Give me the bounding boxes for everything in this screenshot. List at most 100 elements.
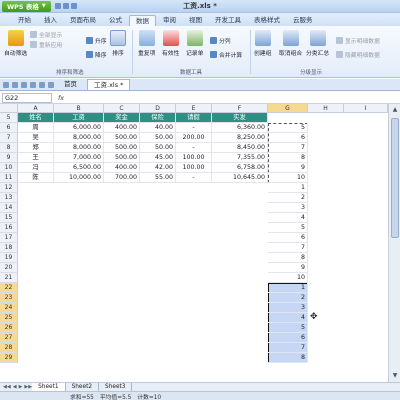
table-cell-name[interactable]: 王 (18, 153, 54, 163)
column-g-cell[interactable]: 8 (268, 353, 308, 363)
scroll-down-icon[interactable]: ▼ (391, 372, 399, 380)
column-g-cell[interactable]: 6 (268, 133, 308, 143)
row-header[interactable]: 24 (0, 303, 18, 313)
table-header-cell[interactable]: 工资 (54, 113, 104, 123)
tab-developer[interactable]: 开发工具 (209, 15, 247, 26)
hide-detail-button[interactable]: 隐藏明细数据 (336, 50, 380, 59)
table-cell-net[interactable]: 6,360.00 (212, 123, 268, 133)
save-icon[interactable] (21, 81, 27, 88)
tab-home-page[interactable]: 首页 (58, 79, 83, 90)
highlight-duplicates-button[interactable]: 重复项 (138, 30, 155, 57)
column-g-cell[interactable]: 2 (268, 193, 308, 203)
column-g-cell[interactable]: 1 (268, 283, 308, 293)
table-cell-name[interactable]: 冯 (18, 163, 54, 173)
column-header-e[interactable]: E (176, 104, 212, 113)
table-cell-insurance[interactable]: 50.00 (140, 133, 176, 143)
row-header[interactable]: 23 (0, 293, 18, 303)
merge-calc-button[interactable]: 合并计算 (210, 50, 242, 59)
show-all-button[interactable]: 全部显示 (30, 30, 62, 39)
row-header[interactable]: 8 (0, 143, 18, 153)
prev-sheet-icon[interactable]: ◀ (13, 384, 17, 390)
table-cell-insurance[interactable]: 55.00 (140, 173, 176, 183)
create-group-button[interactable]: 创建组 (254, 30, 271, 57)
column-header-h[interactable]: H (308, 104, 344, 113)
fx-icon[interactable]: fx (58, 94, 64, 102)
table-cell-net[interactable]: 6,758.00 (212, 163, 268, 173)
column-header-f[interactable]: F (212, 104, 268, 113)
tab-page-layout[interactable]: 页面布局 (64, 15, 102, 26)
row-header[interactable]: 15 (0, 213, 18, 223)
table-cell-bonus[interactable]: 500.00 (104, 143, 140, 153)
select-all-corner[interactable] (0, 104, 18, 113)
table-header-cell[interactable]: 奖金 (104, 113, 140, 123)
column-header-a[interactable]: A (18, 104, 54, 113)
tab-home[interactable]: 开始 (12, 15, 37, 26)
column-g-cell[interactable]: 2 (268, 293, 308, 303)
scroll-up-icon[interactable]: ▲ (391, 106, 399, 114)
row-header[interactable]: 9 (0, 153, 18, 163)
row-header[interactable]: 12 (0, 183, 18, 193)
row-header[interactable]: 17 (0, 233, 18, 243)
table-cell-salary[interactable]: 8,000.00 (54, 133, 104, 143)
table-cell-bonus[interactable]: 400.00 (104, 123, 140, 133)
undo-icon[interactable] (39, 81, 45, 88)
table-cell-bonus[interactable]: 500.00 (104, 133, 140, 143)
table-cell-name[interactable]: 周 (18, 123, 54, 133)
row-header[interactable]: 26 (0, 323, 18, 333)
column-header-c[interactable]: C (104, 104, 140, 113)
column-g-cell[interactable]: 7 (268, 343, 308, 353)
sort-ascending-button[interactable]: 升序 (86, 36, 107, 45)
tab-document[interactable]: 工资.xls * (87, 79, 131, 90)
column-g-cell[interactable]: 4 (268, 313, 308, 323)
table-cell-leave[interactable]: - (176, 123, 212, 133)
tab-formulas[interactable]: 公式 (103, 15, 128, 26)
tab-insert[interactable]: 插入 (38, 15, 63, 26)
row-header[interactable]: 27 (0, 333, 18, 343)
row-header[interactable]: 28 (0, 343, 18, 353)
autofilter-button[interactable]: 自动筛选 (4, 30, 27, 57)
tab-table-style[interactable]: 表格样式 (248, 15, 286, 26)
new-icon[interactable] (3, 81, 9, 88)
name-box[interactable]: G22 (2, 92, 52, 103)
table-cell-bonus[interactable]: 400.00 (104, 163, 140, 173)
table-cell-name[interactable]: 郑 (18, 143, 54, 153)
sort-button[interactable]: 排序 (110, 30, 126, 57)
scrollbar-thumb[interactable] (391, 118, 399, 238)
row-header[interactable]: 29 (0, 353, 18, 363)
ungroup-button[interactable]: 取消组合 (279, 30, 302, 57)
row-header[interactable]: 22 (0, 283, 18, 293)
table-header-cell[interactable]: 实发 (212, 113, 268, 123)
table-cell-bonus[interactable]: 700.00 (104, 173, 140, 183)
row-header[interactable]: 19 (0, 253, 18, 263)
table-cell-salary[interactable]: 7,000.00 (54, 153, 104, 163)
split-columns-button[interactable]: 分列 (210, 36, 231, 45)
next-sheet-icon[interactable]: ▶ (19, 384, 23, 390)
table-cell-net[interactable]: 8,250.00 (212, 133, 268, 143)
column-g-cell[interactable]: 7 (268, 143, 308, 153)
table-cell-net[interactable]: 10,645.00 (212, 173, 268, 183)
table-cell-insurance[interactable]: 40.00 (140, 123, 176, 133)
column-g-cell[interactable]: 7 (268, 243, 308, 253)
table-header-cell[interactable]: 保险 (140, 113, 176, 123)
row-header[interactable]: 11 (0, 173, 18, 183)
table-cell-insurance[interactable]: 45.00 (140, 153, 176, 163)
column-g-cell[interactable]: 4 (268, 213, 308, 223)
column-g-cell[interactable]: 5 (268, 223, 308, 233)
table-cell-salary[interactable]: 10,000.00 (54, 173, 104, 183)
first-sheet-icon[interactable]: ◀◀ (3, 384, 11, 390)
column-g-cell[interactable]: 3 (268, 203, 308, 213)
column-g-cell[interactable]: 9 (268, 263, 308, 273)
table-cell-leave[interactable]: 100.00 (176, 163, 212, 173)
table-cell-leave[interactable]: - (176, 143, 212, 153)
table-cell-name[interactable]: 吴 (18, 133, 54, 143)
table-cell-leave[interactable]: 200.00 (176, 133, 212, 143)
spreadsheet-grid[interactable]: A B C D E F G H I 5 姓名 工资 奖金 保险 请假 实发 6 周 6,000.0… (0, 104, 388, 382)
column-g-cell[interactable]: 3 (268, 303, 308, 313)
row-header[interactable]: 25 (0, 313, 18, 323)
table-cell-name[interactable]: 陈 (18, 173, 54, 183)
row-header[interactable]: 20 (0, 263, 18, 273)
sort-descending-button[interactable]: 降序 (86, 50, 107, 59)
reapply-button[interactable]: 重新应用 (30, 40, 62, 49)
row-header[interactable]: 21 (0, 273, 18, 283)
column-g-cell[interactable]: 8 (268, 253, 308, 263)
